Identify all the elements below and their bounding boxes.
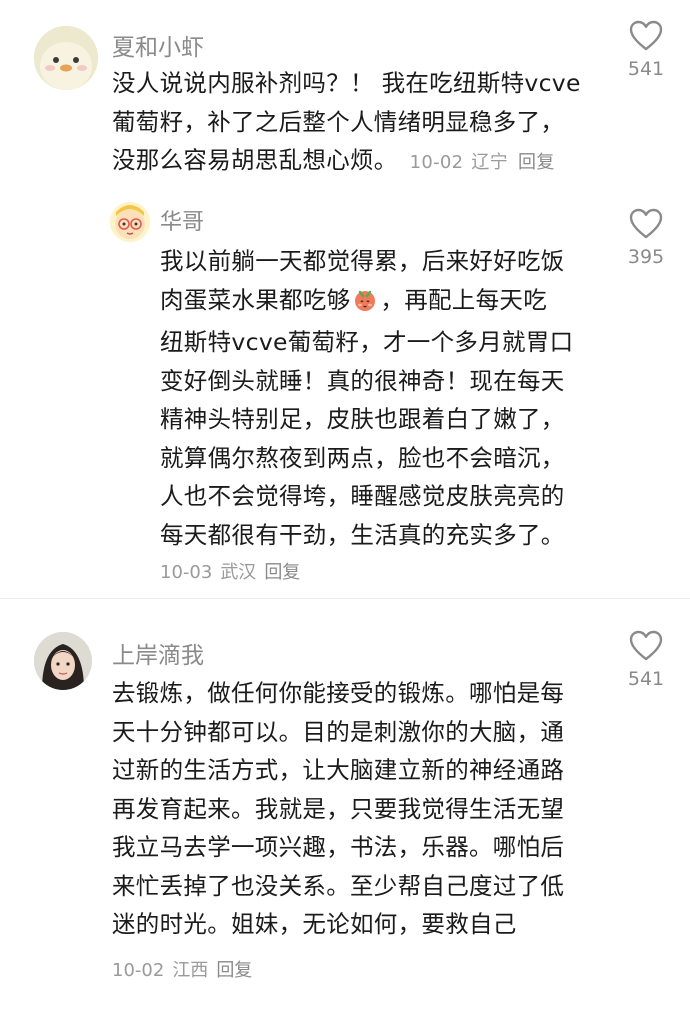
comment-line: 没那么容易胡思乱想心烦。 10-02 辽宁 回复 [112, 141, 581, 183]
heart-icon [629, 630, 663, 661]
comment-text: 没人说说内服补剂吗？！ 我在吃纽斯特vcve 葡萄籽，补了之后整个人情绪明显稳多… [112, 64, 581, 183]
cartoon-glasses-avatar[interactable] [110, 202, 150, 242]
comment-username[interactable]: 夏和小虾 [112, 28, 204, 62]
comment-text: 去锻炼，做任何你能接受的锻炼。哪怕是每 天十分钟都可以。目的是刺激你的大脑，通 … [112, 674, 564, 944]
comment-line: 过新的生活方式，让大脑建立新的神经通路 [112, 756, 565, 784]
comment-line: 没人说说内服补剂吗？！ 我在吃纽斯特vcve [112, 69, 581, 97]
reply-item: 华哥 我以前躺一天都觉得累，后来好好吃饭 肉蛋菜水果都吃够 ，再配上每天吃 纽斯特… [0, 190, 690, 590]
comment-line-text: 肉蛋菜水果都吃够 [160, 285, 351, 314]
like-count: 541 [627, 668, 665, 690]
comment-date: 10-02 [112, 960, 165, 981]
comment-line-text: ，再配上每天吃 [380, 285, 548, 314]
reply-button[interactable]: 回复 [518, 152, 555, 173]
comment-location: 辽宁 [471, 152, 509, 173]
reply-meta: 10-03 武汉 回复 [160, 558, 308, 584]
like-button[interactable]: 541 [616, 20, 676, 80]
divider [0, 598, 690, 599]
comment-line: 我立马去学一项兴趣，书法，乐器。哪怕后 [112, 833, 565, 861]
comment-line-text: 没那么容易胡思乱想心烦。 [112, 146, 398, 174]
comment-date: 10-02 [409, 152, 464, 173]
comment-line: 纽斯特vcve葡萄籽，才一个多月就胃口 [160, 328, 574, 356]
comment-line: 葡萄籽，补了之后整个人情绪明显稳多了， [112, 107, 565, 136]
person-photo-avatar[interactable] [34, 632, 92, 690]
reply-username[interactable]: 华哥 [160, 204, 204, 236]
comment-item: 夏和小虾 没人说说内服补剂吗？！ 我在吃纽斯特vcve 葡萄籽，补了之后整个人情… [0, 0, 690, 200]
comment-line: 天十分钟都可以。目的是刺激你的大脑，通 [112, 717, 565, 746]
comment-line: 变好倒头就睡！真的很神奇！现在每天 [160, 366, 565, 395]
like-count: 395 [627, 246, 665, 268]
blush-face-emoji [353, 285, 377, 324]
reply-button[interactable]: 回复 [216, 960, 252, 981]
reply-button[interactable]: 回复 [264, 562, 300, 583]
comment-meta: 10-02 江西 回复 [112, 956, 260, 982]
comment-line: 人也不会觉得垮，睡醒感觉皮肤亮亮的 [160, 482, 565, 510]
comment-line: 再发育起来。我就是，只要我觉得生活无望 [112, 794, 565, 823]
heart-icon [629, 208, 663, 239]
like-count: 541 [627, 58, 665, 80]
comment-line: 就算偶尔熬夜到两点，脸也不会暗沉， [160, 443, 565, 472]
comment-location: 武汉 [220, 562, 257, 583]
like-button[interactable]: 395 [616, 208, 676, 268]
comment-line: 迷的时光。姐妹，无论如何，要救自己 [112, 910, 517, 938]
reply-text: 我以前躺一天都觉得累，后来好好吃饭 肉蛋菜水果都吃够 ，再配上每天吃 纽斯特vcv… [160, 242, 573, 554]
comment-location: 江西 [172, 960, 209, 981]
duck-avatar[interactable] [34, 26, 98, 90]
heart-icon [629, 20, 663, 51]
comment-username[interactable]: 上岸滴我 [112, 636, 204, 670]
like-button[interactable]: 541 [616, 630, 676, 690]
comment-line: 精神头特别足，皮肤也跟着白了嫩了， [160, 405, 565, 433]
comment-line: 每天都很有干劲，生活真的充实多了。 [160, 520, 565, 549]
comment-line: 我以前躺一天都觉得累，后来好好吃饭 [160, 247, 565, 275]
comment-date: 10-03 [160, 562, 213, 583]
comment-line: 去锻炼，做任何你能接受的锻炼。哪怕是每 [112, 679, 565, 707]
comment-line: 肉蛋菜水果都吃够 ，再配上每天吃 [160, 281, 573, 324]
comment-item: 上岸滴我 去锻炼，做任何你能接受的锻炼。哪怕是每 天十分钟都可以。目的是刺激你的… [0, 610, 690, 1010]
comment-line: 来忙丢掉了也没关系。至少帮自己度过了低 [112, 871, 565, 900]
